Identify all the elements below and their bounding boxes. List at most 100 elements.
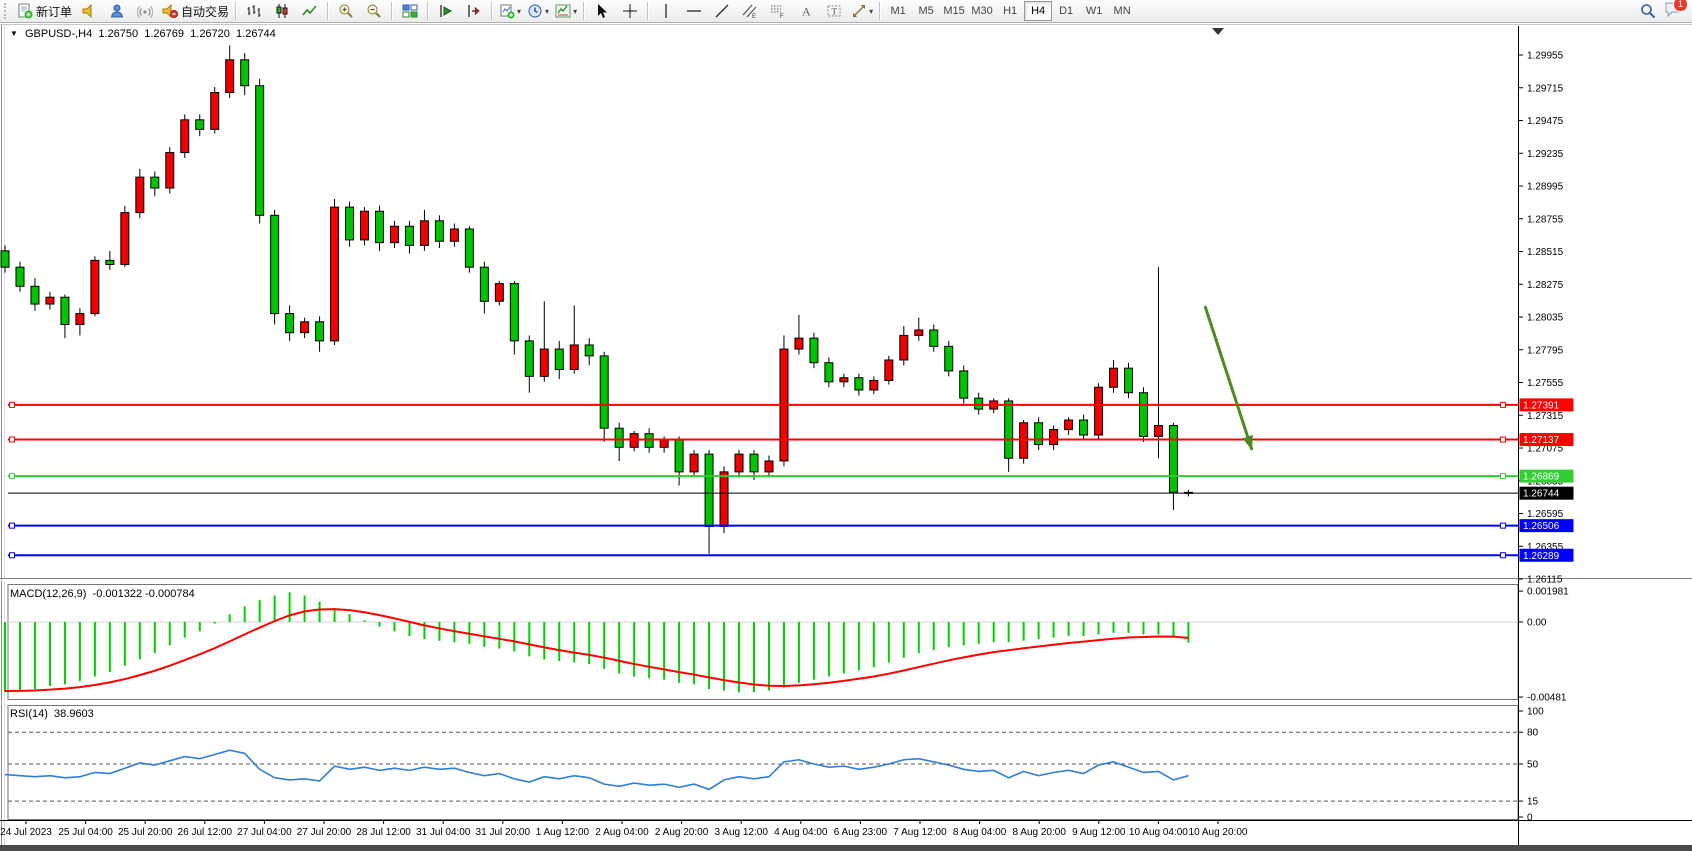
horizontal-line-tool-button[interactable]: [680, 0, 708, 22]
community-button[interactable]: [103, 0, 131, 22]
chart-shift-marker[interactable]: [1212, 28, 1224, 35]
time-tick-label: 1 Aug 12:00: [536, 827, 590, 838]
new-chart-button[interactable]: ▾: [496, 0, 524, 22]
timeframe-button-D1[interactable]: D1: [1052, 1, 1080, 21]
text-label-tool-button[interactable]: T: [820, 0, 848, 22]
hline-handle[interactable]: [1501, 474, 1506, 479]
auto-trading-label: 自动交易: [181, 3, 229, 20]
hline-handle[interactable]: [1501, 553, 1506, 558]
candle-body-up: [495, 284, 503, 302]
sound-button[interactable]: [75, 0, 103, 22]
trendline-tool-button[interactable]: [708, 0, 736, 22]
period-button[interactable]: ▾: [524, 0, 552, 22]
zoom-out-button[interactable]: [360, 0, 388, 22]
timeframe-button-M15[interactable]: M15: [940, 1, 968, 21]
chart-canvas[interactable]: 1.299551.297151.294751.292351.289951.287…: [0, 0, 1692, 851]
cursor-icon: [594, 3, 610, 19]
tile-windows-icon: [402, 3, 418, 19]
timeframe-button-M30[interactable]: M30: [968, 1, 996, 21]
candle-body-down: [106, 260, 114, 264]
time-tick-label: 27 Jul 04:00: [237, 827, 292, 838]
hline-handle[interactable]: [1501, 523, 1506, 528]
macd-pane-border: [8, 585, 1518, 700]
period-clock-icon: [527, 3, 543, 19]
toolbar-drag-handle[interactable]: [4, 3, 11, 19]
candle-body-down: [705, 454, 713, 526]
price-tick-label: 1.26595: [1527, 509, 1564, 520]
timeframe-button-H4[interactable]: H4: [1024, 1, 1052, 21]
price-tick-label: 1.27555: [1527, 378, 1564, 389]
trendline-icon: [714, 3, 730, 19]
hline-handle[interactable]: [1501, 437, 1506, 442]
text-label-icon: T: [826, 3, 842, 19]
horizontal-line-icon: [686, 3, 702, 19]
tile-windows-button[interactable]: [396, 0, 424, 22]
svg-text:A: A: [802, 5, 811, 19]
fibonacci-tool-button[interactable]: F: [764, 0, 792, 22]
svg-text:E: E: [752, 14, 756, 19]
toolbar-separator: [879, 2, 881, 20]
timeframe-button-H1[interactable]: H1: [996, 1, 1024, 21]
price-tick-label: 1.29235: [1527, 149, 1564, 160]
candlestick-chart-button[interactable]: [268, 0, 296, 22]
price-tick-label: 1.28275: [1527, 280, 1564, 291]
time-tick-label: 31 Jul 20:00: [476, 827, 531, 838]
timeframe-button-W1[interactable]: W1: [1080, 1, 1108, 21]
text-tool-button[interactable]: A: [792, 0, 820, 22]
timeframe-button-MN[interactable]: MN: [1108, 1, 1136, 21]
price-tick-label: 1.26115: [1527, 575, 1563, 586]
arrow-shapes-button[interactable]: ▾: [848, 0, 876, 22]
search-icon[interactable]: [1640, 3, 1656, 19]
candle-body-up: [870, 380, 878, 390]
candle-body-down: [855, 378, 863, 390]
equidistant-channel-tool-button[interactable]: E: [736, 0, 764, 22]
indicators-icon: [555, 3, 571, 19]
toolbar-separator: [491, 2, 493, 20]
candle-body-up: [420, 221, 428, 246]
candle-body-up: [840, 378, 848, 382]
candle-body-down: [615, 428, 623, 447]
chat-button[interactable]: 1: [1664, 1, 1682, 22]
timeframe-button-M5[interactable]: M5: [912, 1, 940, 21]
symbol-dropdown-icon[interactable]: ▼: [10, 29, 18, 38]
candle-body-down: [600, 356, 608, 428]
bar-chart-button[interactable]: [240, 0, 268, 22]
candle-body-down: [825, 363, 833, 382]
hline-handle[interactable]: [1501, 402, 1506, 407]
vertical-line-tool-button[interactable]: [652, 0, 680, 22]
zoom-in-button[interactable]: [332, 0, 360, 22]
candle-body-up: [735, 454, 743, 472]
hline-handle[interactable]: [10, 474, 15, 479]
toolbar-separator: [327, 2, 329, 20]
signal-button[interactable]: [131, 0, 159, 22]
hline-handle[interactable]: [10, 402, 15, 407]
candle-body-down: [945, 346, 953, 371]
mt4-window: 新订单 自动交易: [0, 0, 1692, 851]
timeframe-group: M1M5M15M30H1H4D1W1MN: [884, 1, 1136, 21]
candle-body-up: [91, 260, 99, 313]
new-order-button[interactable]: 新订单: [14, 0, 75, 22]
hline-handle[interactable]: [10, 553, 15, 558]
trend-arrow-annotation[interactable]: [1205, 306, 1252, 450]
chart-shift-button[interactable]: [460, 0, 488, 22]
hline-handle[interactable]: [10, 437, 15, 442]
indicators-button[interactable]: ▾: [552, 0, 580, 22]
timeframe-button-M1[interactable]: M1: [884, 1, 912, 21]
candle-body-down: [510, 284, 518, 341]
toolbar-separator: [391, 2, 393, 20]
candle-body-up: [361, 211, 369, 240]
time-tick-label: 25 Jul 04:00: [58, 827, 113, 838]
line-chart-button[interactable]: [296, 0, 324, 22]
auto-trading-icon: [162, 3, 178, 19]
hline-handle[interactable]: [10, 523, 15, 528]
candle-body-down: [465, 229, 473, 267]
cursor-tool-button[interactable]: [588, 0, 616, 22]
toolbar-separator: [583, 2, 585, 20]
macd-tick-label: 0.00: [1527, 618, 1547, 629]
time-tick-label: 8 Aug 20:00: [1013, 827, 1067, 838]
crosshair-tool-button[interactable]: [616, 0, 644, 22]
auto-trading-button[interactable]: 自动交易: [159, 0, 232, 22]
rsi-tick-label: 50: [1527, 760, 1539, 771]
candle-body-down: [525, 341, 533, 376]
auto-scroll-button[interactable]: [432, 0, 460, 22]
